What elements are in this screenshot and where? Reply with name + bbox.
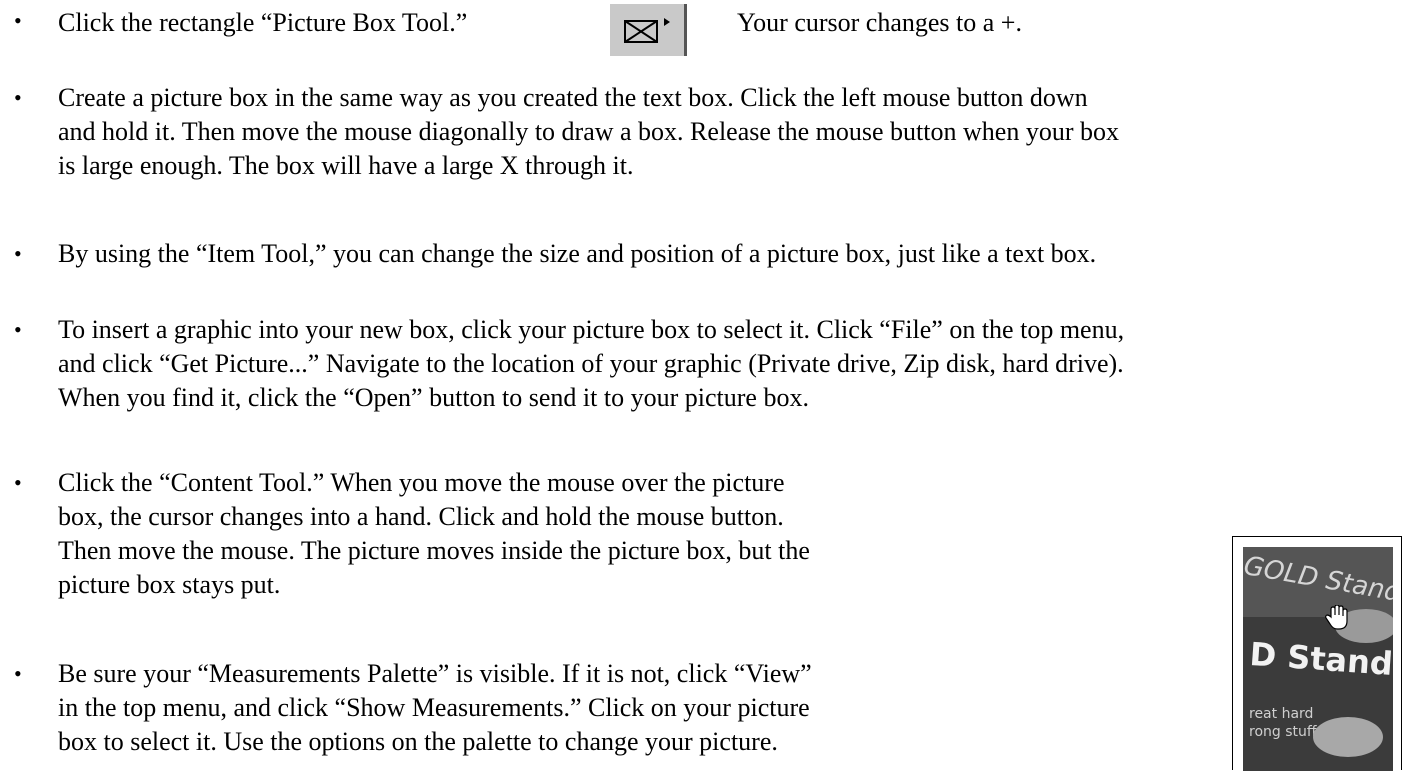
- bullet: •: [14, 85, 22, 110]
- bullet-text: Create a picture box in the same way as …: [58, 81, 1119, 183]
- text-line: box, the cursor changes into a hand. Cli…: [58, 502, 784, 531]
- text-line: To insert a graphic into your new box, c…: [58, 315, 1125, 344]
- bullet: •: [14, 317, 22, 342]
- bullet: •: [14, 241, 22, 266]
- text-line: Create a picture box in the same way as …: [58, 83, 1088, 112]
- bullet-text: Click the “Content Tool.” When you move …: [58, 466, 810, 602]
- picture-box-tool-icon: [624, 18, 672, 53]
- bullet-text: Be sure your “Measurements Palette” is v…: [58, 657, 812, 759]
- bullet-text: To insert a graphic into your new box, c…: [58, 313, 1124, 415]
- text-line: and click “Get Picture...” Navigate to t…: [58, 349, 1124, 378]
- bullet: •: [14, 661, 22, 686]
- text-line: By using the “Item Tool,” you can change…: [58, 239, 1097, 268]
- text-line: in the top menu, and click “Show Measure…: [58, 693, 810, 722]
- text-line: Then move the mouse. The picture moves i…: [58, 536, 810, 565]
- picture-box: GOLD Standard D Standard reat hard rong …: [1232, 536, 1402, 771]
- text-line: picture box stays put.: [58, 570, 281, 599]
- bullet-text-after-icon: Your cursor changes to a +.: [737, 8, 1022, 37]
- gold-standard-photo: GOLD Standard D Standard reat hard rong …: [1243, 547, 1393, 771]
- text-line: Click the “Content Tool.” When you move …: [58, 468, 785, 497]
- bullet: •: [14, 8, 22, 33]
- bullet: •: [14, 470, 22, 495]
- text-line: box to select it. Use the options on the…: [58, 727, 778, 756]
- text-line: Be sure your “Measurements Palette” is v…: [58, 659, 812, 688]
- text-line: is large enough. The box will have a lar…: [58, 151, 634, 180]
- photo-highlight: [1313, 717, 1383, 757]
- text-line: When you find it, click the “Open” butto…: [58, 383, 809, 412]
- hand-cursor-icon: [1325, 604, 1349, 640]
- text-line: and hold it. Then move the mouse diagona…: [58, 117, 1119, 146]
- photo-main-text: D Standard: [1248, 635, 1393, 688]
- bullet-text: Click the rectangle “Picture Box Tool.”: [58, 8, 468, 37]
- photo-small-text: rong stuff: [1249, 724, 1317, 740]
- picture-box-tool-button: [610, 4, 687, 56]
- bullet-item-1: • Click the rectangle “Picture Box Tool.…: [0, 4, 1409, 56]
- bullet-text: By using the “Item Tool,” you can change…: [58, 237, 1096, 271]
